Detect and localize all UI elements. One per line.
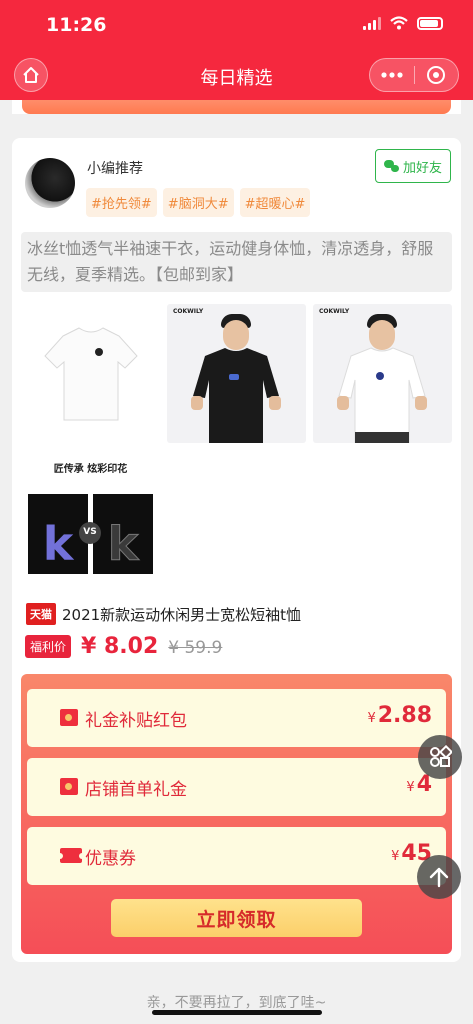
avatar[interactable] (25, 158, 75, 208)
original-price: ¥ 59.9 (168, 638, 223, 658)
claim-now-button[interactable]: 立即领取 (111, 899, 362, 937)
tmall-badge: 天猫 (26, 603, 56, 625)
coupon-item[interactable]: 优惠券 ¥45 (27, 827, 446, 885)
battery-icon (417, 16, 443, 30)
white-tshirt-image[interactable] (21, 304, 160, 443)
more-button[interactable] (370, 59, 414, 91)
coupon-label: 优惠券 (85, 849, 136, 869)
tshirt-graphic (44, 327, 138, 421)
tag-list: #抢先领# #脑洞大# #超暖心# (86, 188, 311, 217)
status-bar: 11:26 (0, 14, 473, 38)
mini-program-capsule (369, 58, 459, 92)
add-friend-label: 加好友 (402, 160, 442, 176)
tag-item[interactable]: #脑洞大# (162, 188, 234, 217)
app-header: 11:26 每日精选 (0, 0, 473, 100)
scroll-top-button[interactable] (417, 855, 461, 899)
white-tshirt-graphic (337, 347, 427, 443)
status-icons (363, 16, 443, 30)
author-name: 小编推荐 (87, 161, 143, 177)
product-title: 2021新款运动休闲男士宽松短袖t恤 (62, 605, 302, 624)
coupon-value: 2.88 (377, 703, 432, 728)
apps-float-button[interactable] (418, 735, 462, 779)
tag-item[interactable]: #抢先领# (86, 188, 157, 217)
currency-symbol: ¥ (391, 849, 400, 864)
add-friend-button[interactable]: 加好友 (375, 149, 451, 183)
product-title-row[interactable]: 天猫 2021新款运动休闲男士宽松短袖t恤 (26, 603, 301, 625)
vs-label: VS (83, 527, 97, 537)
apps-grid-icon (430, 745, 452, 767)
close-target-icon (427, 66, 446, 84)
wechat-icon (383, 160, 399, 172)
coupon-item[interactable]: 店铺首单礼金 ¥4 (27, 758, 446, 816)
coupon-label: 礼金补贴红包 (85, 711, 187, 731)
price-tag: 福利价 (25, 635, 72, 658)
tag-item[interactable]: #超暖心# (239, 188, 311, 217)
previous-card-bottom (12, 100, 461, 114)
red-envelope-icon (60, 709, 78, 726)
close-button[interactable] (414, 59, 458, 91)
post-description[interactable]: 冰丝t恤透气半袖速干衣，运动健身体恤，清凉透身，舒服无线，夏季精选。【包邮到家】 (21, 232, 452, 292)
price-row: 福利价 ¥ 8.02 ¥ 59.9 (25, 634, 222, 659)
currency-symbol: ¥ (367, 711, 376, 726)
coupon-label: 店铺首单礼金 (85, 780, 187, 800)
signal-icon (363, 16, 381, 30)
model-white-tshirt-image[interactable]: COKWILY (313, 304, 452, 443)
print-comparison-image[interactable]: 匠传承 炫彩印花 k k VS (21, 452, 160, 591)
k-logo-graphic: k k (43, 517, 141, 572)
coupon-item[interactable]: 礼金补贴红包 ¥2.88 (27, 689, 446, 747)
coupon-ticket-icon (57, 848, 85, 863)
arrow-up-icon (429, 867, 449, 888)
coupon-panel: 礼金补贴红包 ¥2.88 店铺首单礼金 ¥4 优惠券 ¥45 立即领取 (21, 674, 452, 954)
black-tshirt-graphic (191, 348, 281, 443)
svg-text:k: k (43, 517, 75, 571)
home-indicator[interactable] (152, 1010, 322, 1015)
coupon-amount: ¥2.88 (367, 703, 432, 728)
post-card: 小编推荐 #抢先领# #脑洞大# #超暖心# 加好友 冰丝t恤透气半袖速干衣，运… (12, 138, 461, 962)
navigation-bar: 每日精选 (0, 56, 473, 92)
svg-text:k: k (108, 517, 140, 571)
current-price: ¥ 8.02 (81, 634, 159, 659)
red-envelope-icon (60, 778, 78, 795)
previous-card-bar (22, 100, 451, 114)
status-time: 11:26 (46, 14, 107, 36)
more-dots-icon (381, 72, 403, 78)
end-of-list-text: 亲，不要再拉了，到底了哇~ (146, 995, 327, 1011)
model-black-tshirt-image[interactable]: COKWILY (167, 304, 306, 443)
currency-symbol: ¥ (406, 780, 415, 795)
wifi-icon (390, 16, 408, 30)
